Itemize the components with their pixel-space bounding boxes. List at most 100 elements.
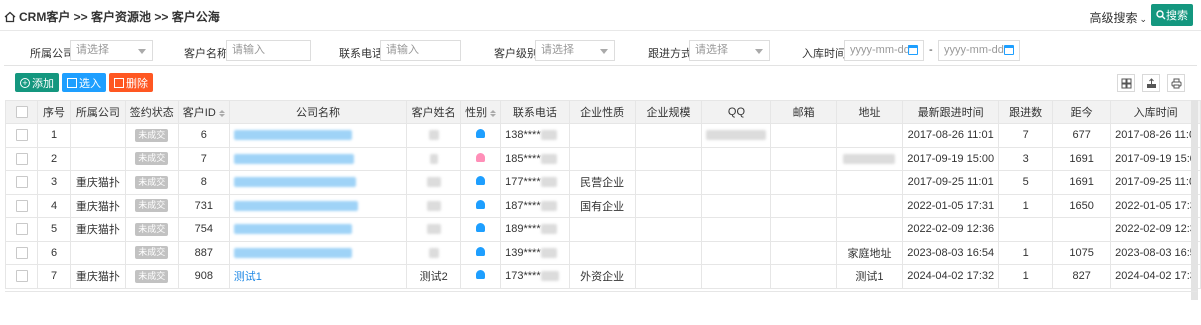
cell-customer <box>406 217 462 242</box>
col-header-sortable[interactable]: 客户ID <box>177 100 230 124</box>
table-row[interactable]: 6 未成交 887 139**** 家庭地址 2023-08-03 16:54 1 1075 2… <box>4 240 1201 265</box>
checkbox-icon <box>15 270 28 283</box>
table-row[interactable]: 3 重庆猫扑 未成交 8 177**** 民营企业 2017-09-25 11:01 5 169… <box>4 170 1201 195</box>
col-header-sortable[interactable]: 性别 <box>460 100 502 124</box>
cell-status: 未成交 <box>124 264 179 289</box>
cell-stored-time: 2022-02-09 12:3 <box>1110 217 1201 242</box>
dropdown-arrow-icon <box>600 49 608 54</box>
cell-company-name[interactable] <box>228 170 408 195</box>
male-icon <box>476 270 486 280</box>
cell-latest-followup: 2023-08-03 16:54 <box>902 240 1000 265</box>
cell-phone: 139**** <box>500 240 570 265</box>
cell-company: 重庆猫扑 <box>69 217 126 242</box>
redacted-text <box>843 153 896 164</box>
filter-bar: 所属公司 请选择 客户名称 请输入 联系电话 请输入 客户级别 请选择 跟进方式… <box>4 33 1197 66</box>
row-checkbox[interactable] <box>4 217 39 242</box>
breadcrumb-text[interactable]: CRM客户 >> 客户资源池 >> 客户公海 <box>19 8 220 25</box>
home-icon[interactable] <box>4 11 16 23</box>
table-row[interactable]: 1 未成交 6 138**** 2017-08-26 11:01 7 677 2017-08-… <box>4 123 1201 148</box>
followup-select-value: 请选择 <box>695 44 728 56</box>
select-all-checkbox[interactable] <box>4 100 39 124</box>
status-badge: 未成交 <box>135 152 169 166</box>
cell-qq <box>701 240 772 265</box>
cell-nature: 国有企业 <box>568 193 636 218</box>
cell-customer <box>406 240 462 265</box>
col-header: 企业性质 <box>568 100 636 124</box>
phone-input[interactable]: 请输入 <box>380 40 461 61</box>
level-select-value: 请选择 <box>541 44 574 56</box>
phone-number: 177**** <box>505 176 541 189</box>
row-checkbox[interactable] <box>4 193 39 218</box>
col-header: 客户姓名 <box>406 100 462 124</box>
redacted-text <box>428 130 439 141</box>
cell-company-name[interactable] <box>228 193 408 218</box>
cell-id: 887 <box>177 240 230 265</box>
cell-phone: 177**** <box>500 170 570 195</box>
table-row[interactable]: 5 重庆猫扑 未成交 754 189**** 2022-02-09 12:36 2022-0… <box>4 217 1201 242</box>
cell-status: 未成交 <box>124 240 179 265</box>
search-button[interactable]: 搜索 <box>1151 4 1193 26</box>
redacted-text <box>233 153 354 164</box>
redacted-text <box>233 177 356 188</box>
company-name-link[interactable]: 测试1 <box>234 271 262 283</box>
cell-id: 7 <box>177 146 230 171</box>
cell-stored-time: 2023-08-03 16:5 <box>1110 240 1201 265</box>
checkbox-icon <box>15 246 28 259</box>
column-filter-button[interactable] <box>1117 74 1135 92</box>
male-icon <box>476 246 486 256</box>
row-checkbox[interactable] <box>4 264 39 289</box>
cell-email <box>770 170 837 195</box>
add-button[interactable]: + 添加 <box>15 73 59 92</box>
company-select[interactable]: 请选择 <box>70 40 153 61</box>
row-checkbox[interactable] <box>4 146 39 171</box>
cell-phone: 189**** <box>500 217 570 242</box>
cell-company-name[interactable]: 测试1 <box>228 264 408 289</box>
redacted-text <box>540 177 557 188</box>
table-row[interactable]: 4 重庆猫扑 未成交 731 187**** 国有企业 2022-01-05 17:31 1 1… <box>4 193 1201 218</box>
cell-company: 重庆猫扑 <box>69 264 126 289</box>
female-icon <box>476 152 486 162</box>
cell-status: 未成交 <box>124 170 179 195</box>
print-button[interactable] <box>1167 74 1185 92</box>
cell-company: 重庆猫扑 <box>69 170 126 195</box>
row-checkbox[interactable] <box>4 170 39 195</box>
advanced-search-toggle[interactable]: 高级搜索 ⌄ <box>1089 9 1147 26</box>
level-select[interactable]: 请选择 <box>535 40 615 61</box>
vertical-scrollbar[interactable] <box>1191 100 1198 300</box>
date-start-input[interactable]: yyyy-mm-dd <box>844 40 924 61</box>
table-row[interactable]: 7 重庆猫扑 未成交 908 测试1 测试2 173**** 外资企业 测试1 2024-04-0… <box>4 264 1201 289</box>
table-row[interactable]: 2 未成交 7 185**** 2017-09-19 15:00 3 1691 2017-09… <box>4 146 1201 171</box>
cell-customer <box>406 123 462 148</box>
export-button[interactable] <box>1142 74 1160 92</box>
cell-latest-followup: 2017-09-19 15:00 <box>902 146 1000 171</box>
row-checkbox[interactable] <box>4 123 39 148</box>
row-checkbox[interactable] <box>4 240 39 265</box>
cell-latest-followup: 2024-04-02 17:32 <box>902 264 1000 289</box>
cell-id: 8 <box>177 170 230 195</box>
delete-button[interactable]: 删除 <box>109 73 153 92</box>
sort-icon[interactable] <box>490 109 497 117</box>
cell-nature <box>568 123 636 148</box>
cell-company-name[interactable] <box>228 217 408 242</box>
sort-icon[interactable] <box>218 109 225 117</box>
cell-gender <box>460 193 502 218</box>
redacted-text <box>426 224 441 235</box>
cell-address <box>835 217 904 242</box>
cell-gender <box>460 217 502 242</box>
cell-company-name[interactable] <box>228 146 408 171</box>
cell-no: 4 <box>37 193 71 218</box>
date-end-input[interactable]: yyyy-mm-dd <box>938 40 1020 61</box>
status-badge: 未成交 <box>135 269 169 283</box>
followup-select[interactable]: 请选择 <box>689 40 770 61</box>
cell-company-name[interactable] <box>228 123 408 148</box>
address-value: 家庭地址 <box>847 247 892 260</box>
calendar-icon <box>908 45 918 55</box>
cell-nature <box>568 240 636 265</box>
male-icon <box>476 129 486 139</box>
checkbox-icon <box>15 129 28 142</box>
cell-qq <box>701 123 772 148</box>
select-in-button[interactable]: 选入 <box>62 73 106 92</box>
customer-name-input[interactable]: 请输入 <box>226 40 311 61</box>
cell-company-name[interactable] <box>228 240 408 265</box>
cell-qq <box>701 264 772 289</box>
